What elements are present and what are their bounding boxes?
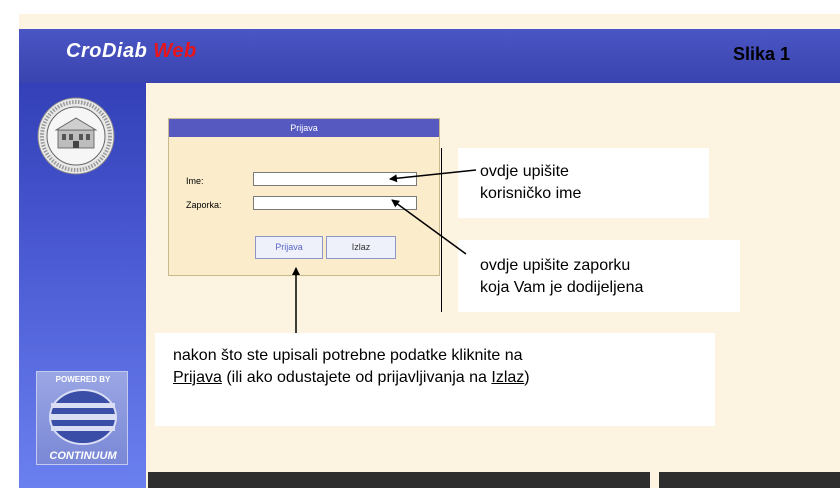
arrow-to-username [389, 169, 477, 183]
annotation-arrows [292, 169, 477, 333]
arrow-to-password [391, 199, 467, 255]
